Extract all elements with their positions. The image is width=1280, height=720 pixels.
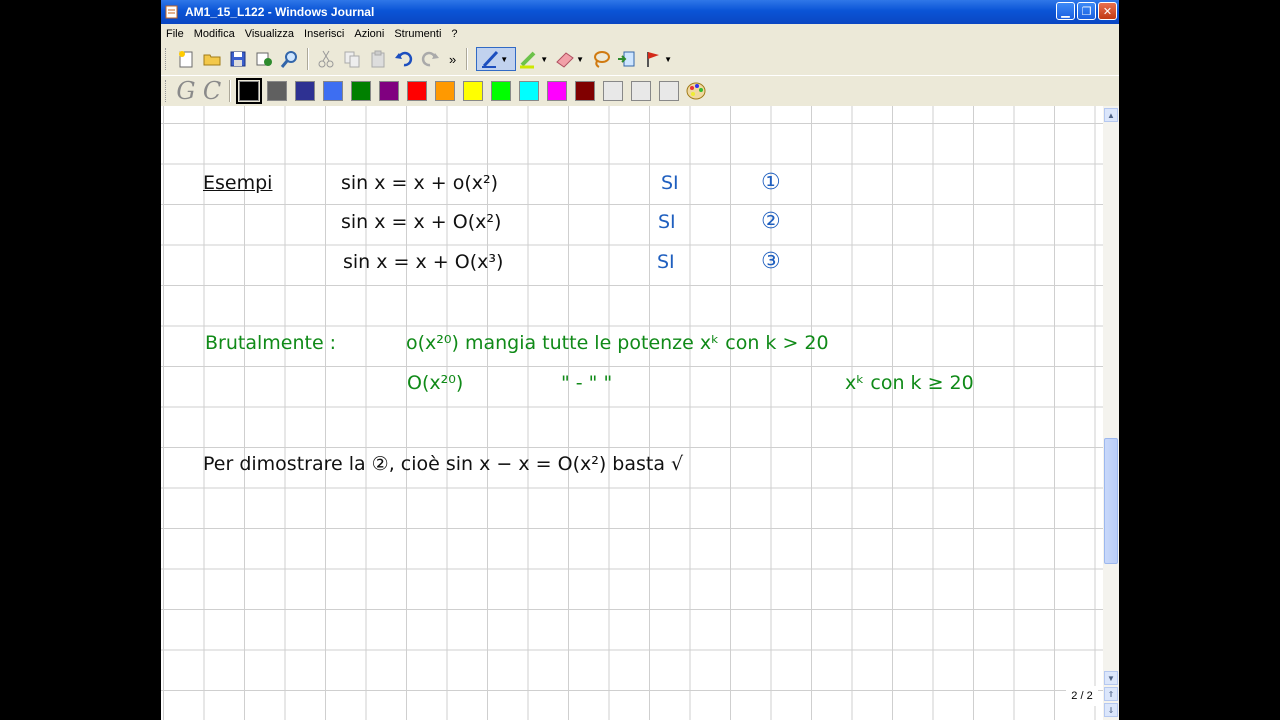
example-3-formula: sin x = x + O(x³) bbox=[343, 251, 504, 273]
flag-icon[interactable] bbox=[640, 47, 666, 71]
scrollbar-thumb[interactable] bbox=[1104, 438, 1118, 564]
color-swatch[interactable] bbox=[435, 81, 455, 101]
example-2-formula: sin x = x + O(x²) bbox=[341, 211, 502, 233]
menu-bar: File Modifica Visualizza Inserisci Azion… bbox=[161, 24, 1119, 43]
minimize-button[interactable]: ▁ bbox=[1056, 2, 1075, 20]
find-icon[interactable] bbox=[277, 47, 303, 71]
vertical-scrollbar[interactable]: ▲ ▼ ⇑ ⇓ bbox=[1103, 106, 1119, 720]
menu-help[interactable]: ? bbox=[446, 28, 462, 40]
color-swatch[interactable] bbox=[236, 78, 262, 104]
scroll-up-button[interactable]: ▲ bbox=[1104, 108, 1118, 122]
color-swatch[interactable] bbox=[379, 81, 399, 101]
color-swatch[interactable] bbox=[631, 81, 651, 101]
color-swatch[interactable] bbox=[351, 81, 371, 101]
menu-file[interactable]: File bbox=[161, 28, 189, 40]
window-title: AM1_15_L122 - Windows Journal bbox=[185, 5, 375, 19]
toolbar-separator bbox=[229, 80, 231, 102]
color-swatch[interactable] bbox=[491, 81, 511, 101]
chevron-down-icon: ▼ bbox=[500, 54, 509, 64]
color-swatch[interactable] bbox=[659, 81, 679, 101]
chevron-down-icon[interactable]: ▼ bbox=[664, 55, 672, 64]
chevron-down-icon[interactable]: ▼ bbox=[540, 55, 548, 64]
color-swatch[interactable] bbox=[603, 81, 623, 101]
example-3-answer: SI bbox=[657, 251, 675, 273]
new-note-icon[interactable] bbox=[173, 47, 199, 71]
example-1-marker: ① bbox=[761, 170, 781, 195]
undo-icon[interactable] bbox=[391, 47, 417, 71]
close-button[interactable]: ✕ bbox=[1098, 2, 1117, 20]
example-2-marker: ② bbox=[761, 209, 781, 234]
menu-visualizza[interactable]: Visualizza bbox=[240, 28, 299, 40]
brutal-line-1: o(x²⁰) mangia tutte le potenze xᵏ con k … bbox=[406, 332, 829, 354]
example-1-formula: sin x = x + o(x²) bbox=[341, 172, 499, 194]
next-page-button[interactable]: ⇓ bbox=[1104, 703, 1118, 717]
menu-modifica[interactable]: Modifica bbox=[189, 28, 240, 40]
cut-icon[interactable] bbox=[313, 47, 339, 71]
color-picker-icon[interactable] bbox=[683, 79, 709, 103]
page-indicator: 2 / 2 bbox=[1066, 686, 1098, 706]
convert-shapes-icon[interactable]: C bbox=[199, 77, 225, 105]
journal-app-icon bbox=[165, 5, 178, 19]
menu-inserisci[interactable]: Inserisci bbox=[299, 28, 349, 40]
send-mail-icon[interactable] bbox=[251, 47, 277, 71]
chevron-down-icon[interactable]: ▼ bbox=[576, 55, 584, 64]
toolbar-grip[interactable] bbox=[165, 80, 169, 102]
toolbar-separator bbox=[466, 48, 469, 70]
eraser-icon[interactable] bbox=[552, 47, 578, 71]
restore-button[interactable]: ❐ bbox=[1077, 2, 1096, 20]
brutal-line-2-tail: xᵏ con k ≥ 20 bbox=[845, 372, 974, 394]
toolbar-grip[interactable] bbox=[165, 48, 169, 70]
color-swatch[interactable] bbox=[267, 81, 287, 101]
color-swatch[interactable] bbox=[323, 81, 343, 101]
color-swatch[interactable] bbox=[463, 81, 483, 101]
previous-page-button[interactable]: ⇑ bbox=[1104, 687, 1118, 701]
note-page[interactable]: Esempi sin x = x + o(x²) SI ① sin x = x … bbox=[161, 106, 1103, 720]
journal-window: AM1_15_L122 - Windows Journal ▁ ❐ ✕ File… bbox=[161, 0, 1119, 720]
title-bar: AM1_15_L122 - Windows Journal ▁ ❐ ✕ bbox=[161, 0, 1119, 24]
examples-label: Esempi bbox=[203, 172, 273, 194]
copy-icon[interactable] bbox=[339, 47, 365, 71]
pen-toolbar: G C bbox=[161, 75, 1119, 106]
standard-toolbar: » ▼ ▼ ▼ ▼ bbox=[161, 44, 1119, 74]
insert-space-icon[interactable] bbox=[614, 47, 640, 71]
pen-icon bbox=[482, 50, 499, 68]
pen-tool-button[interactable]: ▼ bbox=[476, 47, 517, 71]
highlighter-icon[interactable] bbox=[516, 47, 542, 71]
brutal-line-2-head: O(x²⁰) bbox=[407, 372, 464, 394]
paste-icon[interactable] bbox=[365, 47, 391, 71]
color-palette bbox=[235, 78, 683, 104]
open-folder-icon[interactable] bbox=[199, 47, 225, 71]
color-swatch[interactable] bbox=[575, 81, 595, 101]
example-2-answer: SI bbox=[658, 211, 676, 233]
brutal-label: Brutalmente : bbox=[205, 332, 337, 354]
brutal-line-2-ditto: " - " " bbox=[561, 372, 613, 394]
color-swatch[interactable] bbox=[519, 81, 539, 101]
proof-line: Per dimostrare la ②, cioè sin x − x = O(… bbox=[203, 453, 684, 475]
convert-handwriting-icon[interactable]: G bbox=[173, 77, 199, 105]
toolbar-separator bbox=[307, 48, 309, 70]
color-swatch[interactable] bbox=[295, 81, 315, 101]
example-1-answer: SI bbox=[661, 172, 679, 194]
redo-icon[interactable] bbox=[417, 47, 443, 71]
scroll-down-button[interactable]: ▼ bbox=[1104, 671, 1118, 685]
lasso-select-icon[interactable] bbox=[588, 47, 614, 71]
save-icon[interactable] bbox=[225, 47, 251, 71]
color-swatch[interactable] bbox=[407, 81, 427, 101]
example-3-marker: ③ bbox=[761, 249, 781, 274]
color-swatch[interactable] bbox=[547, 81, 567, 101]
menu-azioni[interactable]: Azioni bbox=[349, 28, 389, 40]
menu-strumenti[interactable]: Strumenti bbox=[389, 28, 446, 40]
toolbar-overflow-button[interactable]: » bbox=[449, 52, 456, 67]
